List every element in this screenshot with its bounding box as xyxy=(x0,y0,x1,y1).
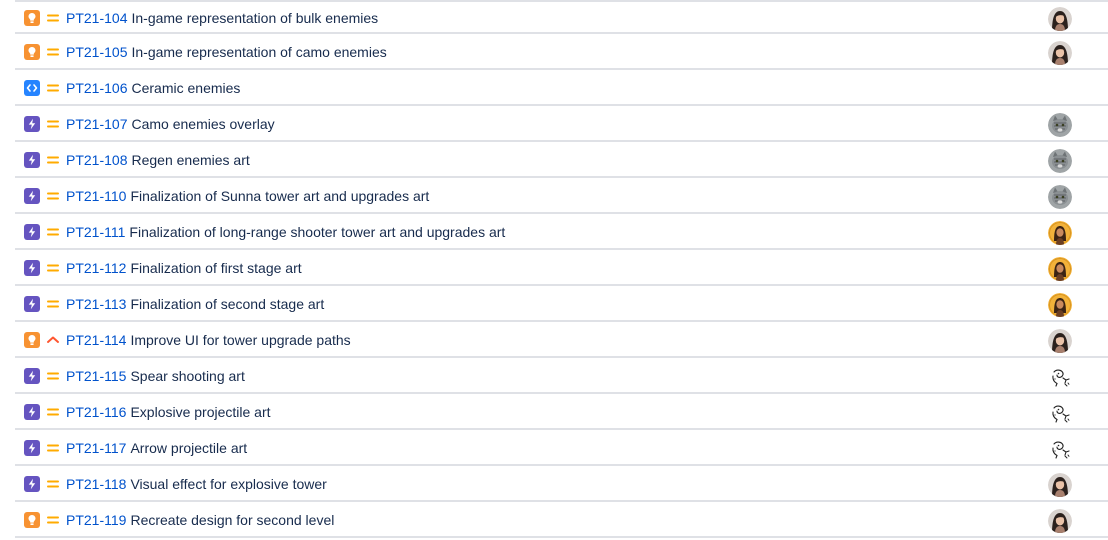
assignee-avatar[interactable] xyxy=(1048,113,1072,137)
issue-summary[interactable]: Finalization of first stage art xyxy=(130,260,301,276)
left-gutter xyxy=(0,0,15,515)
issue-summary[interactable]: In-game representation of camo enemies xyxy=(131,44,386,60)
priority-medium-icon xyxy=(46,440,60,456)
issue-key-link[interactable]: PT21-112 xyxy=(66,260,126,276)
issue-summary[interactable]: Ceramic enemies xyxy=(131,80,240,96)
issue-summary[interactable]: Regen enemies art xyxy=(131,152,249,168)
issue-row[interactable]: PT21-108 Regen enemies art xyxy=(15,144,1108,178)
issue-type-idea-icon xyxy=(24,44,40,60)
issue-summary[interactable]: In-game representation of bulk enemies xyxy=(131,10,378,26)
issue-row[interactable]: PT21-107 Camo enemies overlay xyxy=(15,108,1108,142)
priority-medium-icon xyxy=(46,512,60,528)
assignee-avatar[interactable] xyxy=(1048,149,1072,173)
assignee-avatar[interactable] xyxy=(1048,185,1072,209)
issue-key-link[interactable]: PT21-115 xyxy=(66,368,126,384)
assignee-avatar[interactable] xyxy=(1048,293,1072,317)
issue-row[interactable]: PT21-115 Spear shooting art xyxy=(15,360,1108,394)
issue-type-idea-icon xyxy=(24,332,40,348)
issue-key-link[interactable]: PT21-114 xyxy=(66,332,126,348)
issue-row[interactable]: PT21-119 Recreate design for second level xyxy=(15,504,1108,538)
priority-medium-icon xyxy=(46,80,60,96)
assignee-avatar[interactable] xyxy=(1048,509,1072,533)
priority-medium-icon xyxy=(46,368,60,384)
issue-row[interactable]: PT21-106 Ceramic enemies xyxy=(15,72,1108,106)
issue-row[interactable]: PT21-113 Finalization of second stage art xyxy=(15,288,1108,322)
assignee-avatar[interactable] xyxy=(1048,365,1072,389)
issue-list: PT21-104 In-game representation of bulk e… xyxy=(15,0,1108,540)
assignee-avatar[interactable] xyxy=(1048,257,1072,281)
issue-key-link[interactable]: PT21-104 xyxy=(66,10,127,26)
priority-medium-icon xyxy=(46,224,60,240)
issue-key-link[interactable]: PT21-111 xyxy=(66,224,125,240)
priority-medium-icon xyxy=(46,188,60,204)
priority-medium-icon xyxy=(46,44,60,60)
issue-key-link[interactable]: PT21-113 xyxy=(66,296,126,312)
issue-type-bolt-icon xyxy=(24,296,40,312)
issue-row[interactable]: PT21-118 Visual effect for explosive towe… xyxy=(15,468,1108,502)
assignee-avatar[interactable] xyxy=(1048,221,1072,245)
issue-type-bolt-icon xyxy=(24,116,40,132)
issue-type-bolt-icon xyxy=(24,224,40,240)
issue-summary[interactable]: Finalization of Sunna tower art and upgr… xyxy=(130,188,429,204)
priority-medium-icon xyxy=(46,476,60,492)
issue-summary[interactable]: Spear shooting art xyxy=(130,368,244,384)
issue-summary[interactable]: Finalization of long-range shooter tower… xyxy=(129,224,505,240)
issue-type-idea-icon xyxy=(24,10,40,26)
assignee-avatar[interactable] xyxy=(1048,41,1072,65)
issue-key-link[interactable]: PT21-107 xyxy=(66,116,127,132)
issue-row[interactable]: PT21-104 In-game representation of bulk e… xyxy=(15,0,1108,34)
issue-summary[interactable]: Explosive projectile art xyxy=(130,404,270,420)
priority-medium-icon xyxy=(46,260,60,276)
issue-key-link[interactable]: PT21-106 xyxy=(66,80,127,96)
issue-row[interactable]: PT21-105 In-game representation of camo e… xyxy=(15,36,1108,70)
issue-summary[interactable]: Visual effect for explosive tower xyxy=(130,476,326,492)
issue-key-link[interactable]: PT21-110 xyxy=(66,188,126,204)
issue-type-bolt-icon xyxy=(24,476,40,492)
issue-type-bolt-icon xyxy=(24,188,40,204)
issue-row[interactable]: PT21-112 Finalization of first stage art xyxy=(15,252,1108,286)
issue-type-code-icon xyxy=(24,80,40,96)
priority-medium-icon xyxy=(46,10,60,26)
issue-key-link[interactable]: PT21-117 xyxy=(66,440,126,456)
priority-high-icon xyxy=(46,332,60,348)
priority-medium-icon xyxy=(46,116,60,132)
issue-type-idea-icon xyxy=(24,512,40,528)
issue-summary[interactable]: Finalization of second stage art xyxy=(130,296,324,312)
issue-key-link[interactable]: PT21-118 xyxy=(66,476,126,492)
issue-row[interactable]: PT21-114 Improve UI for tower upgrade pat… xyxy=(15,324,1108,358)
issue-type-bolt-icon xyxy=(24,152,40,168)
issue-row[interactable]: PT21-117 Arrow projectile art xyxy=(15,432,1108,466)
assignee-avatar[interactable] xyxy=(1048,7,1072,31)
issue-key-link[interactable]: PT21-116 xyxy=(66,404,126,420)
issue-row[interactable]: PT21-110 Finalization of Sunna tower art … xyxy=(15,180,1108,214)
issue-type-bolt-icon xyxy=(24,404,40,420)
issue-summary[interactable]: Recreate design for second level xyxy=(130,512,334,528)
issue-type-bolt-icon xyxy=(24,440,40,456)
assignee-avatar[interactable] xyxy=(1048,473,1072,497)
issue-row[interactable]: PT21-116 Explosive projectile art xyxy=(15,396,1108,430)
assignee-avatar[interactable] xyxy=(1048,401,1072,425)
issue-key-link[interactable]: PT21-108 xyxy=(66,152,127,168)
priority-medium-icon xyxy=(46,404,60,420)
assignee-avatar[interactable] xyxy=(1048,437,1072,461)
assignee-avatar[interactable] xyxy=(1048,329,1072,353)
priority-medium-icon xyxy=(46,296,60,312)
issue-summary[interactable]: Improve UI for tower upgrade paths xyxy=(130,332,350,348)
issue-key-link[interactable]: PT21-105 xyxy=(66,44,127,60)
issue-type-bolt-icon xyxy=(24,260,40,276)
issue-key-link[interactable]: PT21-119 xyxy=(66,512,126,528)
issue-summary[interactable]: Arrow projectile art xyxy=(130,440,247,456)
issue-type-bolt-icon xyxy=(24,368,40,384)
issue-summary[interactable]: Camo enemies overlay xyxy=(131,116,274,132)
priority-medium-icon xyxy=(46,152,60,168)
issue-row[interactable]: PT21-111 Finalization of long-range shoot… xyxy=(15,216,1108,250)
